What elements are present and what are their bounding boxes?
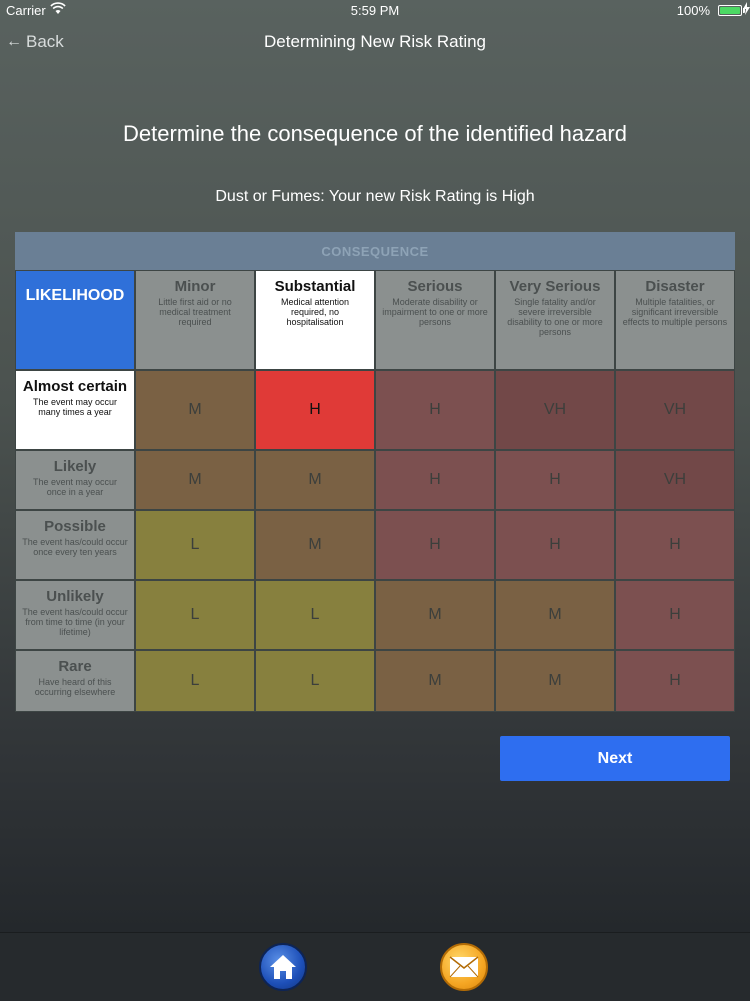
risk-cell[interactable]: H xyxy=(615,510,735,580)
risk-cell[interactable]: M xyxy=(135,450,255,510)
risk-cell[interactable]: M xyxy=(495,650,615,712)
row-description: The event may occur once in a year xyxy=(32,477,118,497)
row-title: Rare xyxy=(58,658,92,675)
column-title: Serious xyxy=(407,278,463,295)
likelihood-row-possible[interactable]: Possible The event has/could occur once e… xyxy=(15,510,135,580)
column-title: Minor xyxy=(174,278,216,295)
risk-cell[interactable]: M xyxy=(375,650,495,712)
risk-cell[interactable]: M xyxy=(495,580,615,650)
risk-cell[interactable]: M xyxy=(255,450,375,510)
column-title: Substantial xyxy=(274,278,356,295)
row-title: Possible xyxy=(44,518,106,535)
risk-cell[interactable]: H xyxy=(615,650,735,712)
risk-cell[interactable]: M xyxy=(255,510,375,580)
risk-cell[interactable]: VH xyxy=(615,450,735,510)
next-button[interactable]: Next xyxy=(500,736,730,781)
likelihood-row-rare[interactable]: Rare Have heard of this occurring elsewhe… xyxy=(15,650,135,712)
row-description: Have heard of this occurring elsewhere xyxy=(34,677,116,697)
consequence-column-minor[interactable]: Minor Little first aid or no medical trea… xyxy=(135,270,255,370)
risk-cell[interactable]: VH xyxy=(615,370,735,450)
row-title: Likely xyxy=(53,458,97,475)
risk-cell[interactable]: H xyxy=(495,510,615,580)
risk-cell[interactable]: L xyxy=(255,650,375,712)
risk-cell[interactable]: H xyxy=(375,450,495,510)
battery-percentage: 100% xyxy=(676,3,710,18)
tab-bar xyxy=(0,932,750,1001)
risk-cell[interactable]: VH xyxy=(495,370,615,450)
risk-cell[interactable]: L xyxy=(135,510,255,580)
risk-cell[interactable]: H xyxy=(375,370,495,450)
risk-cell[interactable]: L xyxy=(135,650,255,712)
battery-icon xyxy=(718,5,742,16)
column-description: Moderate disability or impairment to one… xyxy=(382,297,488,327)
likelihood-row-likely[interactable]: Likely The event may occur once in a year xyxy=(15,450,135,510)
row-description: The event has/could occur once every ten… xyxy=(22,537,128,557)
envelope-icon[interactable] xyxy=(440,943,488,991)
risk-cell[interactable]: H xyxy=(255,370,375,450)
risk-cell[interactable]: H xyxy=(375,510,495,580)
row-title: Almost certain xyxy=(22,378,128,395)
consequence-column-serious[interactable]: Serious Moderate disability or impairment… xyxy=(375,270,495,370)
likelihood-header: LIKELIHOOD xyxy=(15,270,135,370)
risk-cell[interactable]: L xyxy=(255,580,375,650)
column-title: Disaster xyxy=(645,278,705,295)
status-bar: Carrier 5:59 PM 100% xyxy=(0,0,750,22)
column-description: Single fatality and/or severe irreversib… xyxy=(507,297,603,337)
risk-cell[interactable]: H xyxy=(615,580,735,650)
home-icon[interactable] xyxy=(259,943,307,991)
consequence-column-substantial[interactable]: Substantial Medical attention required, n… xyxy=(255,270,375,370)
consequence-column-disaster[interactable]: Disaster Multiple fatalities, or signific… xyxy=(615,270,735,370)
risk-matrix: CONSEQUENCE LIKELIHOOD Minor Little first… xyxy=(15,232,735,712)
risk-cell[interactable]: M xyxy=(375,580,495,650)
consequence-column-very-serious[interactable]: Very Serious Single fatality and/or sever… xyxy=(495,270,615,370)
column-description: Medical attention required, no hospitali… xyxy=(280,297,350,327)
risk-cell[interactable]: L xyxy=(135,580,255,650)
row-title: Unlikely xyxy=(46,588,104,605)
column-description: Multiple fatalities, or significant irre… xyxy=(622,297,728,327)
likelihood-row-unlikely[interactable]: Unlikely The event has/could occur from t… xyxy=(15,580,135,650)
page-heading: Determine the consequence of the identif… xyxy=(123,121,627,146)
column-description: Little first aid or no medical treatment… xyxy=(158,297,232,327)
risk-rating-summary: Dust or Fumes: Your new Risk Rating is H… xyxy=(215,188,535,205)
likelihood-row-almost-certain[interactable]: Almost certain The event may occur many t… xyxy=(15,370,135,450)
consequence-header: CONSEQUENCE xyxy=(15,232,735,270)
risk-cell[interactable]: M xyxy=(135,370,255,450)
navigation-bar: ← Back Determining New Risk Rating xyxy=(0,22,750,62)
row-description: The event has/could occur from time to t… xyxy=(22,607,128,637)
charging-icon xyxy=(743,2,750,18)
risk-cell[interactable]: H xyxy=(495,450,615,510)
column-title: Very Serious xyxy=(509,278,601,295)
row-description: The event may occur many times a year xyxy=(32,397,118,417)
clock: 5:59 PM xyxy=(350,3,400,18)
nav-title: Determining New Risk Rating xyxy=(263,32,487,51)
